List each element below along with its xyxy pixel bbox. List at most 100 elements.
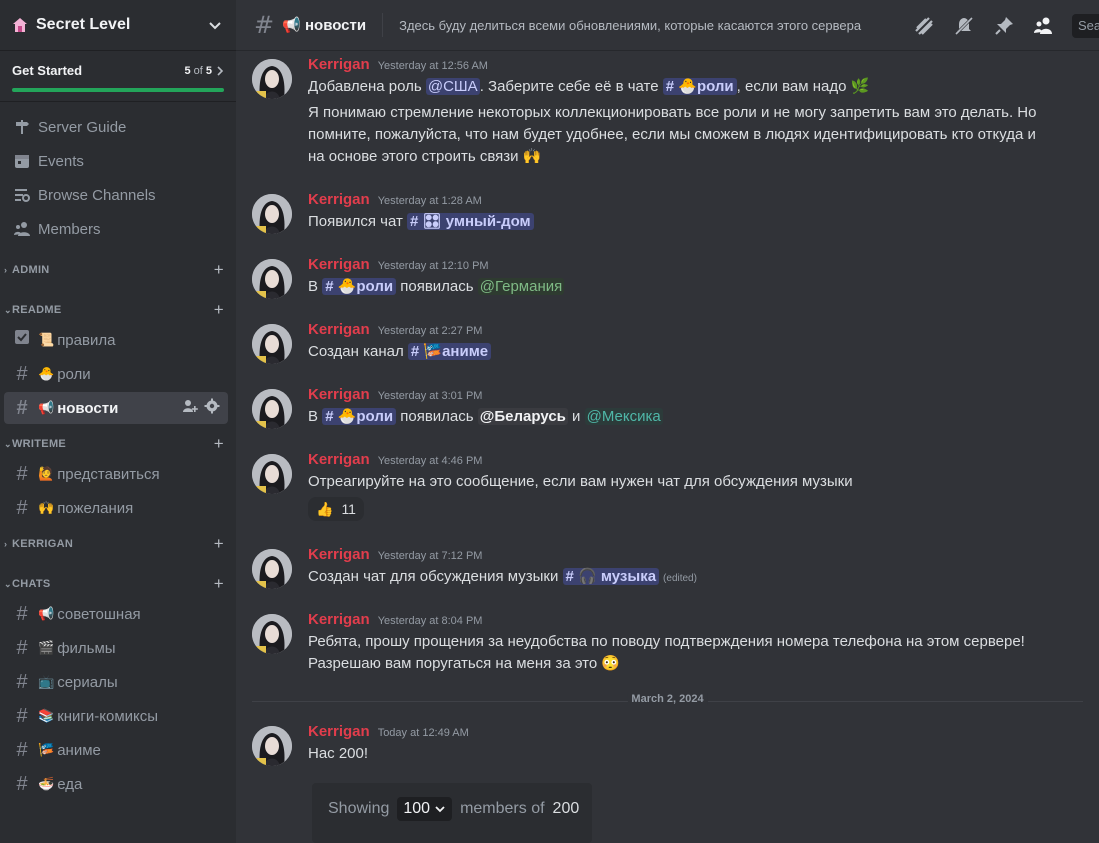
message-author[interactable]: Kerrigan bbox=[308, 451, 370, 468]
message-author[interactable]: Kerrigan bbox=[308, 611, 370, 628]
category-readme[interactable]: ⌄ README + bbox=[0, 300, 236, 320]
channel-topic[interactable]: Здесь буду делиться всеми обновлениями, … bbox=[399, 18, 861, 33]
members-icon bbox=[12, 219, 32, 239]
message-timestamp: Yesterday at 12:10 PM bbox=[377, 260, 489, 272]
hash-icon: # bbox=[16, 636, 28, 659]
message-body: Добавлена роль @США. Заберите себе её в … bbox=[308, 78, 870, 95]
chevron-down-icon bbox=[435, 806, 445, 813]
chevron-right-icon bbox=[216, 61, 224, 80]
channel-anime[interactable]: # 🎏 аниме bbox=[4, 734, 228, 766]
nav-server-guide[interactable]: Server Guide bbox=[0, 110, 236, 144]
message-body: на основе этого строить связи 🙌 bbox=[308, 148, 542, 165]
channel-title: 📢 новости bbox=[282, 17, 367, 34]
channel-news[interactable]: # 📢 новости bbox=[4, 392, 228, 424]
divider bbox=[382, 13, 384, 37]
message-timestamp: Yesterday at 3:01 PM bbox=[377, 390, 483, 402]
add-channel-icon[interactable]: + bbox=[214, 300, 224, 320]
reaction-count: 11 bbox=[341, 501, 356, 517]
category-kerrigan[interactable]: › KERRIGAN + bbox=[0, 534, 236, 554]
channel-wishes[interactable]: # 🙌 пожелания bbox=[4, 492, 228, 524]
add-channel-icon[interactable]: + bbox=[214, 260, 224, 280]
avatar[interactable] bbox=[252, 259, 292, 299]
avatar[interactable] bbox=[252, 726, 292, 766]
message-author[interactable]: Kerrigan bbox=[308, 386, 370, 403]
avatar[interactable] bbox=[252, 549, 292, 589]
role-mention[interactable]: @Германия bbox=[477, 278, 565, 295]
pin-icon[interactable] bbox=[992, 14, 1016, 38]
nav-members[interactable]: Members bbox=[0, 212, 236, 246]
nav-events[interactable]: Events bbox=[0, 144, 236, 178]
edited-label: (edited) bbox=[663, 573, 697, 584]
avatar[interactable] bbox=[252, 194, 292, 234]
category-admin[interactable]: › ADMIN + bbox=[0, 260, 236, 280]
message-list: Kerrigan Yesterday at 12:56 AM Добавлена … bbox=[236, 51, 1099, 843]
message-author[interactable]: Kerrigan bbox=[308, 546, 370, 563]
invite-icon[interactable] bbox=[182, 398, 198, 418]
message-body: Разрешаю вам поругаться на меня за это 😳 bbox=[308, 655, 621, 672]
role-mention[interactable]: @Мексика bbox=[584, 408, 663, 425]
caret-down-icon: ⌄ bbox=[4, 304, 12, 315]
message-timestamp: Yesterday at 8:04 PM bbox=[377, 615, 483, 627]
search-input[interactable]: Sea bbox=[1072, 14, 1099, 38]
channel-roles[interactable]: # 🐣 роли bbox=[4, 358, 228, 390]
channel-mention[interactable]: # 🐣роли bbox=[322, 278, 397, 295]
avatar[interactable] bbox=[252, 59, 292, 99]
get-started-panel[interactable]: Get Started 5 of 5 bbox=[0, 51, 236, 102]
hash-icon: # bbox=[16, 704, 28, 727]
avatar[interactable] bbox=[252, 324, 292, 364]
channel-topbar: # 📢 новости Здесь буду делиться всеми об… bbox=[236, 0, 1099, 51]
channel-advice[interactable]: # 📢 советошная bbox=[4, 598, 228, 630]
channel-mention[interactable]: # 🎛 умный-дом bbox=[407, 213, 534, 230]
nav-label: Server Guide bbox=[38, 118, 127, 136]
channel-series[interactable]: # 📺 сериалы bbox=[4, 666, 228, 698]
add-channel-icon[interactable]: + bbox=[214, 534, 224, 554]
message-timestamp: Yesterday at 7:12 PM bbox=[377, 550, 483, 562]
embed-members-of-label: members of bbox=[460, 800, 545, 817]
reaction-button[interactable]: 👍 11 bbox=[308, 497, 364, 521]
chevron-down-icon[interactable] bbox=[208, 18, 222, 32]
member-count-select[interactable]: 100 bbox=[397, 797, 453, 821]
rules-checkbox-icon bbox=[12, 328, 32, 352]
hash-icon: # bbox=[16, 496, 28, 519]
date-divider: March 2, 2024 bbox=[252, 693, 1083, 705]
message-body: В # 🐣роли появилась @Беларусь и @Мексика bbox=[308, 408, 663, 425]
mute-icon[interactable] bbox=[952, 14, 976, 38]
thumbs-up-icon: 👍 bbox=[316, 500, 334, 517]
server-home-icon bbox=[12, 17, 28, 33]
message-author[interactable]: Kerrigan bbox=[308, 256, 370, 273]
channel-rules[interactable]: 📜 правила bbox=[4, 324, 228, 356]
message-timestamp: Yesterday at 1:28 AM bbox=[377, 195, 482, 207]
message-body: Ребята, прошу прощения за неудобства по … bbox=[308, 633, 1025, 650]
hash-icon: # bbox=[16, 362, 28, 385]
channel-mention[interactable]: # 🐣роли bbox=[322, 408, 397, 425]
message-author[interactable]: Kerrigan bbox=[308, 191, 370, 208]
members-embed: Showing 100 members of 200 bbox=[312, 783, 592, 843]
channel-mention[interactable]: # 🐣роли bbox=[662, 78, 737, 95]
add-channel-icon[interactable]: + bbox=[214, 434, 224, 454]
server-header[interactable]: Secret Level bbox=[0, 0, 236, 51]
role-mention[interactable]: @Беларусь bbox=[477, 408, 568, 425]
threads-icon[interactable] bbox=[912, 14, 936, 38]
role-mention[interactable]: @США bbox=[425, 78, 480, 95]
channel-films[interactable]: # 🎬 фильмы bbox=[4, 632, 228, 664]
channel-mention[interactable]: # 🎏аниме bbox=[407, 343, 492, 360]
avatar[interactable] bbox=[252, 389, 292, 429]
message-timestamp: Yesterday at 4:46 PM bbox=[377, 455, 483, 467]
message-author[interactable]: Kerrigan bbox=[308, 321, 370, 338]
category-writeme[interactable]: ⌄ WRITEME + bbox=[0, 434, 236, 454]
nav-browse-channels[interactable]: Browse Channels bbox=[0, 178, 236, 212]
member-list-icon[interactable] bbox=[1032, 14, 1056, 38]
channel-books[interactable]: # 📚 книги-комиксы bbox=[4, 700, 228, 732]
message-author[interactable]: Kerrigan bbox=[308, 723, 370, 740]
category-chats[interactable]: ⌄ CHATS + bbox=[0, 574, 236, 594]
message-author[interactable]: Kerrigan bbox=[308, 56, 370, 73]
add-channel-icon[interactable]: + bbox=[214, 574, 224, 594]
gear-icon[interactable] bbox=[204, 398, 220, 418]
channel-mention[interactable]: # 🎧 музыка bbox=[562, 568, 660, 585]
channel-food[interactable]: # 🍜 еда bbox=[4, 768, 228, 800]
nav-label: Members bbox=[38, 220, 101, 238]
avatar[interactable] bbox=[252, 614, 292, 654]
embed-showing-label: Showing bbox=[328, 800, 390, 817]
avatar[interactable] bbox=[252, 454, 292, 494]
channel-intro[interactable]: # 🙋 представиться bbox=[4, 458, 228, 490]
